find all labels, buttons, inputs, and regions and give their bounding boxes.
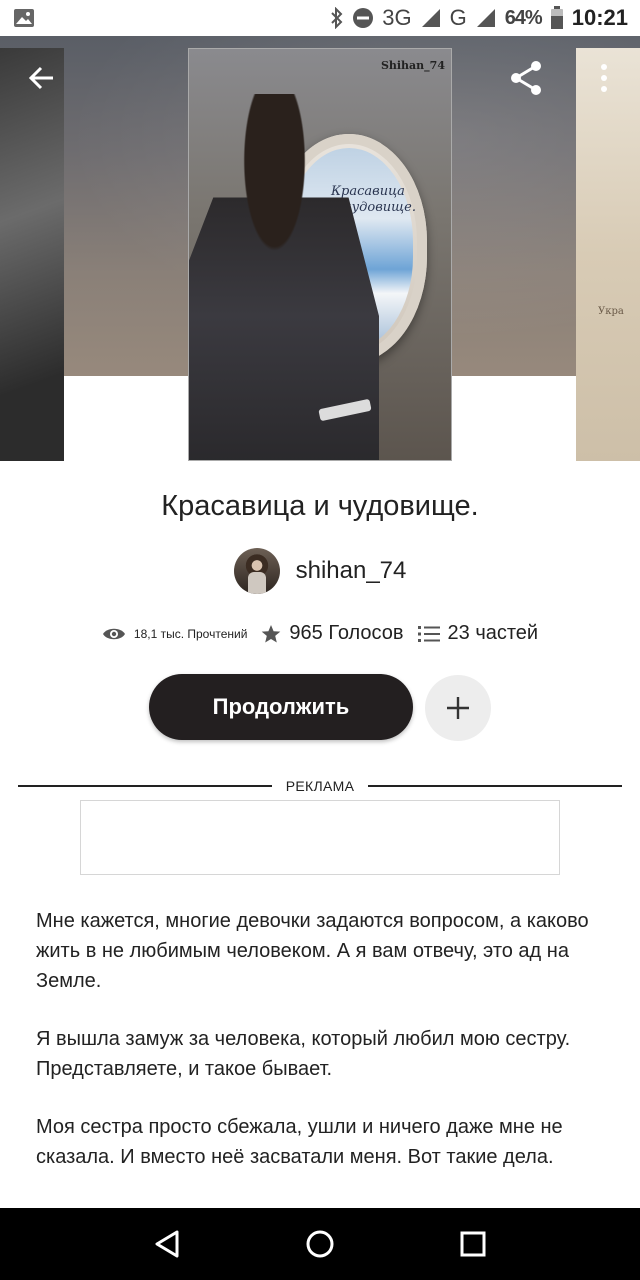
share-button[interactable]: [502, 54, 550, 102]
circle-home-icon: [306, 1230, 334, 1258]
share-icon: [511, 61, 541, 95]
gallery-notification-icon: [12, 6, 36, 30]
votes-count: 965 Голосов: [289, 622, 404, 644]
parts-stat[interactable]: 23 частей: [417, 622, 539, 645]
parts-count[interactable]: 23 частей: [448, 622, 539, 645]
clock: 10:21: [571, 5, 628, 30]
cover-author-tag: Shihan_74: [380, 59, 445, 72]
add-to-library-button[interactable]: [425, 675, 491, 741]
do-not-disturb-icon: [352, 7, 374, 29]
story-title: Красавица и чудовище.: [161, 490, 479, 522]
story-actions: Продолжить: [0, 674, 640, 741]
triangle-back-icon: [155, 1230, 179, 1258]
nav-recents-button[interactable]: [449, 1220, 497, 1268]
bluetooth-icon: [330, 7, 344, 29]
description-paragraph: Моя сестра просто сбежала, ушли и ничего…: [36, 1116, 563, 1168]
votes-stat: 965 Голосов: [261, 622, 404, 645]
ad-label: РЕКЛАМА: [285, 778, 355, 794]
author-name[interactable]: shihan_74: [296, 557, 407, 585]
ad-divider: РЕКЛАМА: [18, 776, 622, 796]
square-recents-icon: [460, 1231, 486, 1257]
signal-2-icon: [475, 7, 497, 29]
description-paragraph: Мне кажется, многие девочки задаются воп…: [36, 910, 589, 992]
nav-home-button[interactable]: [296, 1220, 344, 1268]
eye-icon: [102, 628, 125, 639]
network-type: 3G: [382, 5, 412, 30]
story-stats: 18,1 тыс. Прочтений 965 Голосов 23 часте…: [0, 622, 640, 645]
network-type-2: G: [449, 5, 467, 30]
list-icon: [417, 625, 440, 642]
continue-reading-button[interactable]: Продолжить: [149, 674, 413, 740]
next-cover[interactable]: Укра: [576, 48, 640, 461]
previous-cover[interactable]: [0, 48, 64, 461]
story-description: Мне кажется, многие девочки задаются воп…: [36, 906, 616, 1200]
more-vertical-icon: [601, 64, 607, 92]
status-bar: 3G G 64% 10:21: [0, 0, 640, 36]
avatar[interactable]: [233, 548, 280, 594]
battery-icon: [550, 6, 564, 30]
next-cover-text: Укра: [598, 306, 624, 317]
nav-back-button[interactable]: [143, 1220, 191, 1268]
ad-slot[interactable]: [80, 800, 560, 875]
battery-percent: 64%: [504, 6, 543, 29]
signal-icon: [420, 7, 442, 29]
back-button[interactable]: [18, 54, 66, 102]
star-icon: [262, 624, 281, 642]
author-row[interactable]: shihan_74: [0, 548, 640, 594]
cover-carousel[interactable]: Укра Shihan_74 Красавица и чудовище.: [0, 36, 640, 461]
system-nav-bar: [0, 1208, 640, 1280]
description-paragraph: Я вышла замуж за человека, который любил…: [36, 1028, 571, 1080]
arrow-left-icon: [28, 66, 53, 90]
reads-count: 18,1 тыс. Прочтений: [133, 626, 248, 641]
more-options-button[interactable]: [580, 54, 628, 102]
book-cover[interactable]: Shihan_74 Красавица и чудовище.: [188, 48, 452, 461]
reads-stat: 18,1 тыс. Прочтений: [102, 626, 248, 642]
plus-icon: [447, 697, 469, 719]
